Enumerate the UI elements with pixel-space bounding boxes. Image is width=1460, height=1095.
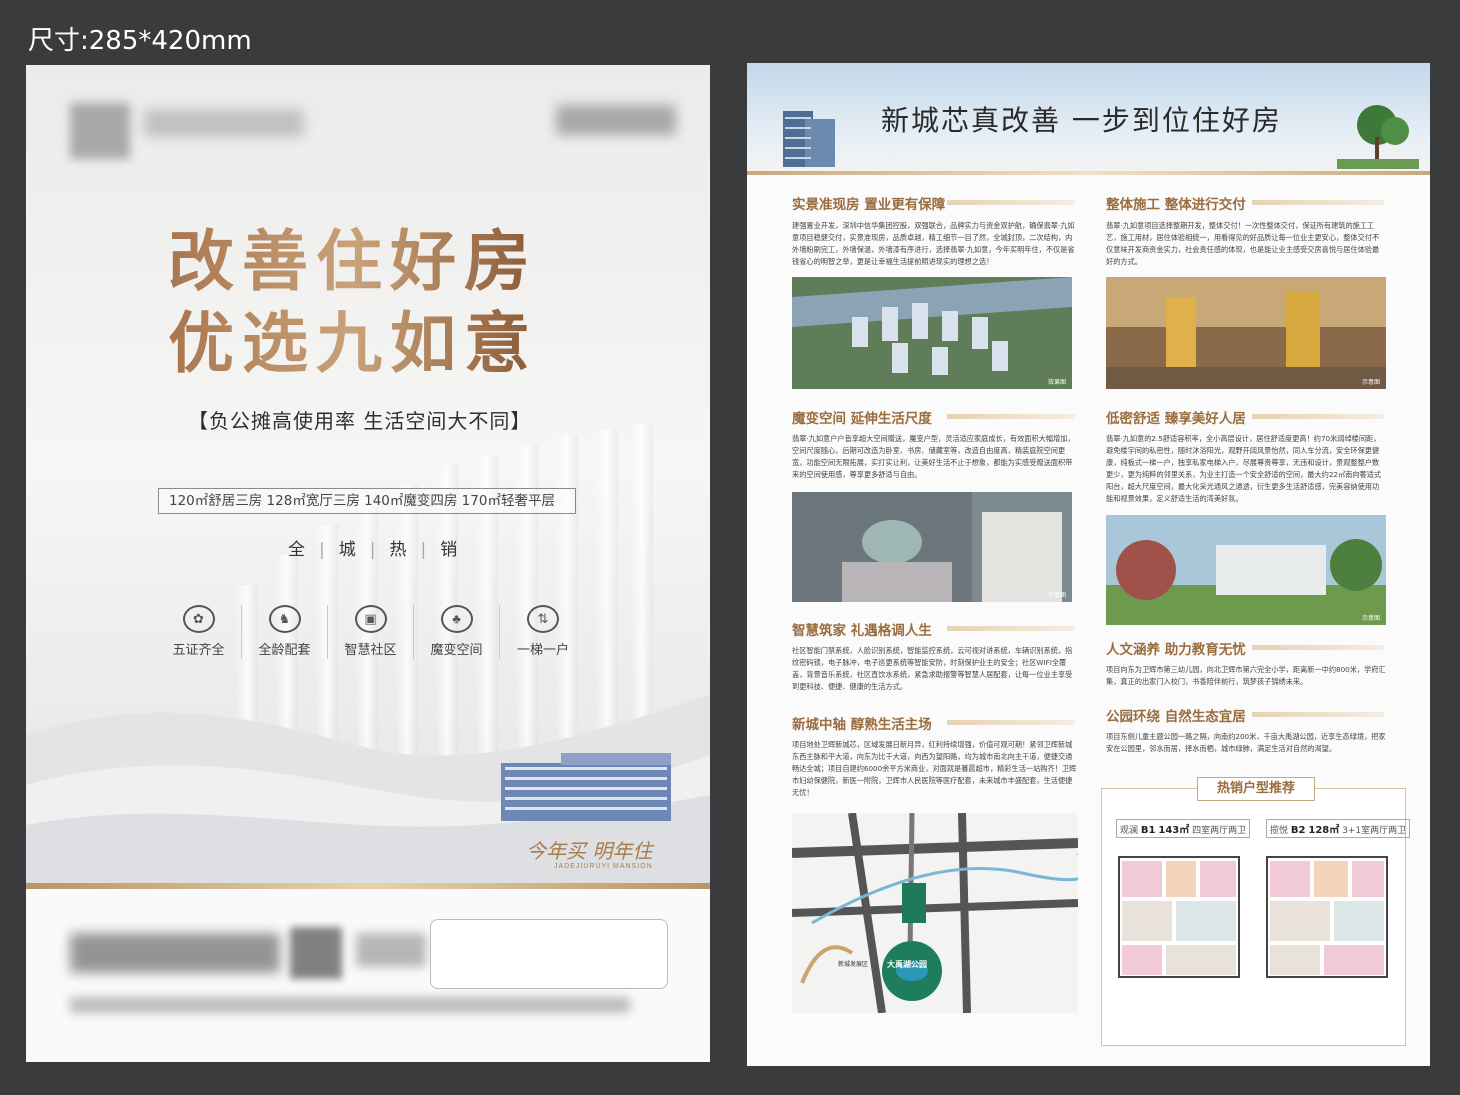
section-title: 魔变空间 延伸生活尺度 — [792, 411, 932, 427]
location-map: 大禹湖公园 新城发展区 — [792, 813, 1078, 1013]
front-footer — [26, 889, 710, 1062]
feature-label: 五证齐全 — [172, 643, 225, 658]
feature-label: 魔变空间 — [430, 643, 483, 658]
section-title-bar — [947, 626, 1075, 631]
section-title-bar — [1252, 645, 1384, 650]
feature-list: ✿ 五证齐全 ♞ 全龄配套 ▣ 智慧社区 ♣ 魔变空间 ⇅ 一梯一户 — [156, 605, 586, 659]
building-illustration — [501, 753, 671, 821]
floor-plans-title: 热销户型推荐 — [1197, 777, 1315, 801]
flyer-front: 改善住好房 优选九如意 【负公摊高使用率 生活空间大不同】 120㎡舒居三房 1… — [26, 65, 710, 1062]
headline-line-2: 优选九如意 — [168, 304, 538, 382]
section-title-bar — [1252, 200, 1384, 205]
plan-a-layout: 四室两厅两卫 — [1192, 826, 1247, 836]
section-title-bar — [1252, 414, 1384, 419]
section-title-bar — [947, 720, 1075, 725]
certificate-icon: ✿ — [182, 605, 215, 633]
floor-plans-panel: 热销户型推荐 观澜 B1 143㎡ 四室两厅两卫 揽悦 B2 128㎡ 3+1室… — [1101, 777, 1411, 1046]
gold-divider — [747, 171, 1430, 175]
photo-tag: 示意图 — [1361, 616, 1380, 622]
photo-tag: 示意图 — [1047, 593, 1066, 599]
blurred-qr-logo — [70, 103, 130, 159]
plan-b-layout: 3+1室两厅两卫 — [1342, 826, 1407, 836]
garden-photo: 示意图 — [1106, 515, 1386, 625]
slogan: 今年买 明年住 — [526, 839, 653, 863]
blank-stamp-box — [430, 919, 668, 989]
smart-lock-icon: ▣ — [354, 605, 387, 633]
feature-label: 全龄配套 — [258, 643, 311, 658]
section-title: 整体施工 整体进行交付 — [1106, 197, 1246, 213]
flyer-back: 新城芯真改善 一步到位住好房 实景准现房 置业更有保障 建强置业开发，深圳中信华… — [747, 63, 1430, 1066]
hot-sale-char: 全 — [288, 540, 307, 560]
blurred-qr-code — [290, 927, 342, 979]
section-body: 项目向东为卫辉市第三幼儿园，向北卫辉市第六完全小学，距离新一中约800米，学府汇… — [1106, 665, 1386, 686]
blurred-phone — [70, 933, 280, 973]
headline-line-1: 改善住好房 — [168, 222, 538, 300]
feature-item: ♞ 全龄配套 — [242, 605, 328, 659]
section-body: 翡翠·九如意项目选择整期开发，整体交付！一次性整体交付，保证所有建筑的施工工艺，… — [1106, 221, 1380, 266]
section-title: 人文涵养 助力教育无忧 — [1106, 642, 1246, 658]
feature-label: 智慧社区 — [344, 643, 397, 658]
section-title: 新城中轴 醇熟生活主场 — [792, 717, 932, 733]
section-body: 社区智能门禁系统，人脸识别系统，智能监控系统，云可视对讲系统，车辆识别系统，指纹… — [792, 646, 1073, 691]
feature-item: ⇅ 一梯一户 — [500, 605, 586, 659]
plan-b-code: B2 — [1290, 825, 1306, 836]
aerial-photo: 效果图 — [792, 277, 1072, 389]
feature-item: ♣ 魔变空间 — [414, 605, 500, 659]
hot-sale-char: 热 — [389, 540, 409, 560]
clover-icon: ♣ — [440, 605, 473, 633]
blurred-developer-logo — [556, 105, 676, 135]
map-label: 大禹湖公园 — [887, 960, 927, 969]
section-title-bar — [1252, 712, 1384, 717]
plan-a-code: B1 — [1140, 825, 1156, 836]
building-icon — [783, 111, 835, 167]
top-banner: 新城芯真改善 一步到位住好房 — [747, 63, 1430, 173]
plan-a-name: 观澜 — [1120, 826, 1139, 836]
blurred-project-logo — [144, 109, 304, 137]
section-title: 低密舒适 臻享美好人居 — [1106, 411, 1246, 427]
plan-a-area: 143㎡ — [1158, 825, 1190, 836]
section-title: 实景准现房 置业更有保障 — [792, 197, 946, 213]
construction-photo: 示意图 — [1106, 277, 1386, 389]
unit-types-bar: 120㎡舒居三房 128㎡宽厅三房 140㎡魔变四房 170㎡轻奢平层 — [158, 488, 576, 514]
hot-sale-char: 销 — [440, 540, 460, 560]
section-body: 项目地处卫辉新城芯，区域发展日新月异，红利持续增强，价值可观可期！紧邻卫辉新城东… — [792, 740, 1077, 797]
tree-icon — [1337, 105, 1419, 169]
section-body: 建强置业开发，深圳中信华集团控股，双强联合，品牌实力与资金双护航，确保翡翠·九如… — [792, 221, 1075, 266]
blurred-logo — [356, 933, 426, 967]
section-title-bar — [947, 414, 1075, 419]
section-title: 公园环绕 自然生态宜居 — [1106, 709, 1246, 725]
headline: 改善住好房 优选九如意 — [168, 220, 538, 384]
section-title: 智慧筑家 礼遇格调人生 — [792, 623, 932, 639]
photo-tag: 示意图 — [1361, 380, 1380, 386]
plan-a-label: 观澜 B1 143㎡ 四室两厅两卫 — [1116, 819, 1251, 838]
feature-label: 一梯一户 — [516, 643, 569, 658]
plan-b-label: 揽悦 B2 128㎡ 3+1室两厅两卫 — [1266, 819, 1411, 838]
hot-sale-char: 城 — [338, 540, 358, 560]
subheadline: 【负公摊高使用率 生活空间大不同】 — [188, 409, 532, 433]
rocking-horse-icon: ♞ — [268, 605, 301, 633]
floor-plan-a — [1118, 856, 1240, 978]
floor-plan-b — [1266, 856, 1388, 978]
photo-tag: 效果图 — [1047, 380, 1066, 386]
banner-title: 新城芯真改善 一步到位住好房 — [881, 104, 1282, 137]
section-body: 翡翠·九如意的2.5舒适容积率，全小高层设计，居住舒适度更高！约70米阔绰楼间距… — [1106, 434, 1382, 503]
section-body: 翡翠·九如意户户皆享超大空间赠送，魔变户型，灵活适应家庭成长，有效面积大幅增加，… — [792, 434, 1075, 479]
feature-item: ▣ 智慧社区 — [328, 605, 414, 659]
map-label: 新城发展区 — [838, 962, 869, 968]
plan-b-area: 128㎡ — [1308, 825, 1340, 836]
blurred-address — [70, 997, 630, 1013]
elevator-icon: ⇅ — [526, 605, 559, 633]
plan-b-name: 揽悦 — [1270, 826, 1289, 836]
section-title-bar — [947, 200, 1075, 205]
section-body: 项目东侧儿童主题公园一路之隔，向南约200米，千亩大禹湖公园，近享生态绿境，把家… — [1106, 732, 1386, 753]
bedroom-photo: 示意图 — [792, 492, 1072, 602]
feature-item: ✿ 五证齐全 — [156, 605, 242, 659]
slogan-english: JADEJIURUYI MANSION — [554, 863, 653, 870]
size-label: 尺寸:285*420mm — [28, 26, 252, 56]
hot-sale-tagline: 全 | 城 | 热 | 销 — [288, 540, 460, 560]
